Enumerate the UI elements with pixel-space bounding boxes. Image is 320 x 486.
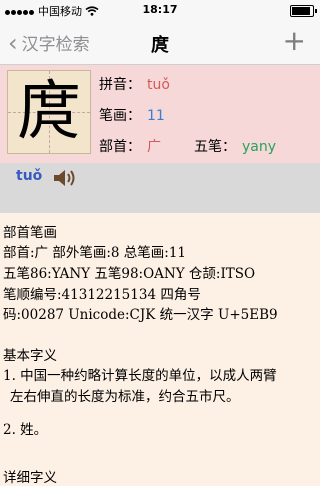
wubi-row: 五笔： yany — [194, 136, 276, 156]
character-info-panel: 庹 拼音： tuǒ 笔画： 11 部首： 广 五笔： yany — [0, 65, 320, 163]
content-line: 部首:广 部外笔画:8 总笔画:11 — [3, 245, 186, 261]
pronunciation-pinyin: tuǒ — [16, 168, 43, 184]
radical-row: 部首： 广 — [99, 136, 161, 156]
wubi-value: yany — [242, 139, 277, 155]
radical-label: 部首： — [99, 139, 141, 155]
character-glyph: 庹 — [17, 75, 81, 149]
battery-icon — [290, 5, 317, 17]
character-tile: 庹 — [7, 70, 91, 154]
navigation-bar: ‹ 汉字检索 庹 + — [0, 20, 320, 65]
section-heading: 详细字义 — [3, 470, 57, 486]
section-heading: 基本字义 — [3, 348, 57, 364]
pronunciation-bar: tuǒ — [0, 163, 320, 213]
clock: 18:17 — [142, 3, 178, 16]
content-line: 左右伸直的长度为标准，约合五市尺。 — [10, 389, 240, 405]
content-line: 2. 姓。 — [3, 422, 48, 438]
pinyin-value: tuǒ — [147, 77, 170, 93]
content-line: 笔顺编号:41312215134 四角号 — [3, 287, 201, 303]
wubi-label: 五笔： — [194, 139, 236, 155]
strokes-row: 笔画： 11 — [99, 105, 165, 125]
section-heading: 部首笔画 — [3, 225, 57, 241]
definition-content: 部首笔画 部首:广 部外笔画:8 总笔画:11 五笔86:YANY 五笔98:O… — [0, 214, 320, 486]
strokes-value: 11 — [147, 108, 165, 124]
radical-value: 广 — [147, 139, 161, 155]
pinyin-label: 拼音： — [99, 77, 141, 93]
speaker-icon[interactable] — [52, 167, 78, 189]
page-title: 庹 — [151, 35, 169, 56]
content-line: 1. 中国一种约略计算长度的单位，以成人两臂 — [3, 368, 277, 384]
content-line: 码:00287 Unicode:CJK 统一汉字 U+5EB9 — [3, 307, 278, 323]
content-line: 五笔86:YANY 五笔98:OANY 仓颉:ITSO — [3, 266, 256, 282]
status-bar: 中国移动 18:17 — [0, 0, 320, 20]
plus-icon[interactable]: + — [283, 24, 306, 57]
pinyin-row: 拼音： tuǒ — [99, 74, 170, 94]
strokes-label: 笔画： — [99, 108, 141, 124]
